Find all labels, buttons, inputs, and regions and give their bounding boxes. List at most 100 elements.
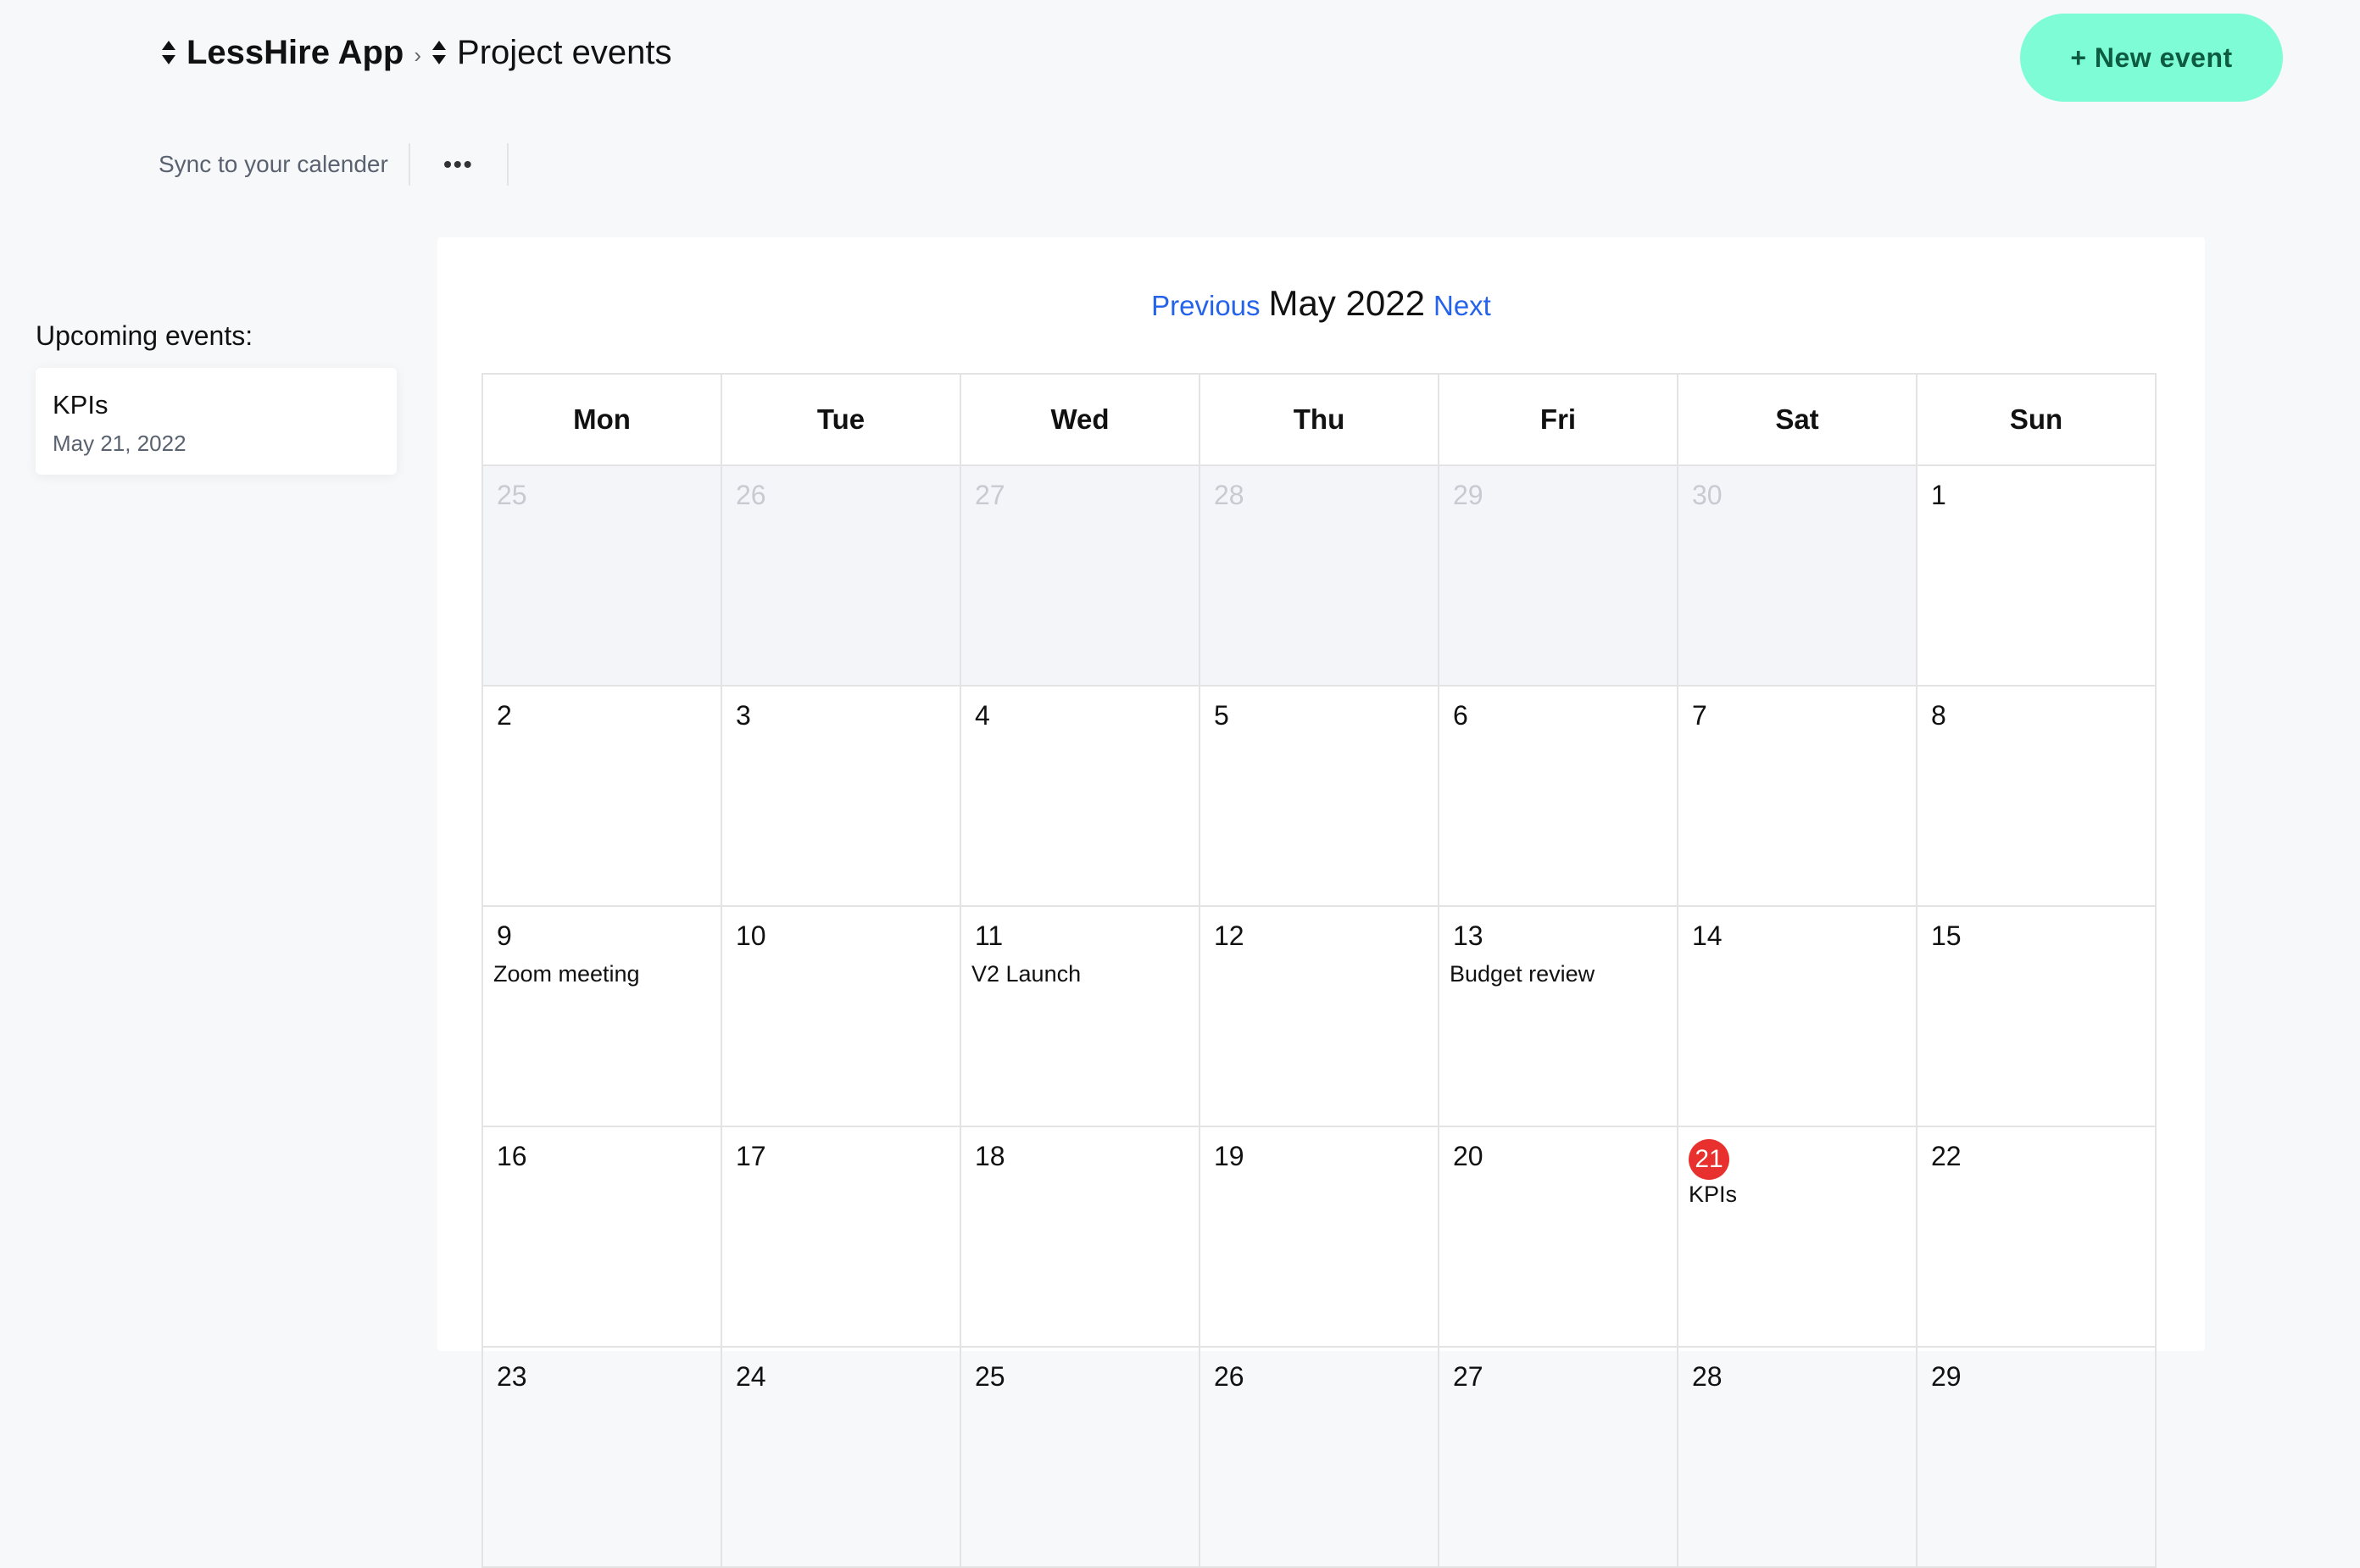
day-number: 7 (1692, 700, 1707, 731)
calendar-day-cell[interactable]: 3 (721, 685, 961, 907)
calendar-day-cell[interactable]: 28 (1199, 464, 1439, 687)
calendar-day-cell[interactable]: 12 (1199, 905, 1439, 1127)
weekday-header: Tue (721, 373, 961, 466)
calendar-day-cell[interactable]: 26 (1199, 1346, 1439, 1568)
calendar-event[interactable]: Zoom meeting (493, 961, 640, 987)
weekday-header: Wed (960, 373, 1200, 466)
calendar-day-cell[interactable]: 8 (1916, 685, 2157, 907)
calendar-day-cell[interactable]: 9 Zoom meeting (481, 905, 722, 1127)
day-number: 5 (1214, 700, 1229, 731)
day-number: 19 (1214, 1141, 1244, 1171)
day-number: 24 (736, 1361, 766, 1392)
new-event-button[interactable]: + New event (2020, 14, 2283, 102)
calendar-event[interactable]: KPIs (1689, 1182, 1737, 1208)
breadcrumb: LessHire App › Project events (161, 29, 672, 76)
calendar-day-cell[interactable]: 28 (1677, 1346, 1918, 1568)
weekday-header: Sat (1677, 373, 1918, 466)
day-number: 18 (975, 1141, 1005, 1171)
calendar-day-cell[interactable]: 25 (481, 464, 722, 687)
calendar-day-cell[interactable]: 27 (960, 464, 1200, 687)
calendar-week-row: 2 3 4 5 6 7 8 (481, 685, 2157, 907)
day-number: 26 (736, 480, 766, 510)
day-number: 11 (975, 920, 1004, 951)
app-switcher[interactable]: LessHire App (186, 34, 404, 72)
calendar-day-cell[interactable]: 11 V2 Launch (960, 905, 1200, 1127)
calendar-day-cell[interactable]: 24 (721, 1346, 961, 1568)
weekday-header: Fri (1438, 373, 1678, 466)
calendar-toolbar: Sync to your calender ••• (159, 141, 509, 188)
toolbar-divider (506, 143, 509, 186)
calendar-day-cell[interactable]: 14 (1677, 905, 1918, 1127)
sort-arrows-icon[interactable] (431, 39, 447, 66)
project-switcher[interactable]: Project events (457, 34, 671, 72)
calendar-grid: Mon Tue Wed Thu Fri Sat Sun 25 26 27 28 29 30 1 2 3 4 5 6… (481, 373, 2157, 1568)
day-number: 3 (736, 700, 751, 731)
calendar-day-cell[interactable]: 27 (1438, 1346, 1678, 1568)
upcoming-event-title: KPIs (53, 390, 109, 420)
day-number: 29 (1453, 480, 1483, 510)
calendar-event[interactable]: Budget review (1450, 961, 1595, 987)
more-options-button[interactable]: ••• (410, 143, 507, 186)
day-number: 30 (1692, 480, 1723, 510)
upcoming-events-title: Upcoming events: (36, 320, 253, 351)
calendar-event[interactable]: V2 Launch (971, 961, 1081, 987)
weekday-header-row: Mon Tue Wed Thu Fri Sat Sun (481, 373, 2157, 466)
day-number: 6 (1453, 700, 1468, 731)
calendar-day-cell[interactable]: 25 (960, 1346, 1200, 1568)
calendar-day-cell[interactable]: 26 (721, 464, 961, 687)
calendar-day-cell[interactable]: 22 (1916, 1126, 2157, 1348)
day-number: 13 (1453, 920, 1483, 951)
upcoming-event-card[interactable]: KPIs May 21, 2022 (36, 368, 397, 475)
day-number: 10 (736, 920, 766, 951)
more-dots-icon: ••• (443, 151, 474, 177)
calendar-day-cell[interactable]: 20 (1438, 1126, 1678, 1348)
calendar-day-cell[interactable]: 7 (1677, 685, 1918, 907)
upcoming-event-date: May 21, 2022 (53, 431, 186, 456)
day-number: 16 (497, 1141, 527, 1171)
sync-calendar-link[interactable]: Sync to your calender (159, 151, 409, 178)
day-number: 9 (497, 920, 512, 951)
day-number: 15 (1931, 920, 1962, 951)
calendar-day-cell[interactable]: 16 (481, 1126, 722, 1348)
calendar-day-cell[interactable]: 6 (1438, 685, 1678, 907)
day-number: 4 (975, 700, 990, 731)
next-month-link[interactable]: Next (1433, 290, 1491, 322)
day-number: 29 (1931, 1361, 1962, 1392)
weekday-header: Thu (1199, 373, 1439, 466)
day-number: 2 (497, 700, 512, 731)
day-number: 28 (1692, 1361, 1723, 1392)
calendar-day-cell[interactable]: 5 (1199, 685, 1439, 907)
calendar-day-cell[interactable]: 29 (1916, 1346, 2157, 1568)
breadcrumb-separator: › (414, 42, 422, 68)
calendar-day-cell[interactable]: 15 (1916, 905, 2157, 1127)
calendar-day-cell[interactable]: 17 (721, 1126, 961, 1348)
calendar-day-cell[interactable]: 19 (1199, 1126, 1439, 1348)
calendar-week-row: 23 24 25 26 27 28 29 (481, 1346, 2157, 1568)
calendar-day-cell[interactable]: 10 (721, 905, 961, 1127)
sort-arrows-icon[interactable] (161, 39, 176, 66)
day-number: 26 (1214, 1361, 1244, 1392)
day-number: 20 (1453, 1141, 1483, 1171)
calendar-day-cell[interactable]: 2 (481, 685, 722, 907)
previous-month-link[interactable]: Previous (1151, 290, 1260, 322)
calendar-day-cell[interactable]: 13 Budget review (1438, 905, 1678, 1127)
calendar-day-cell[interactable]: 21 KPIs (1677, 1126, 1918, 1348)
day-number: 23 (497, 1361, 527, 1392)
calendar-day-cell[interactable]: 29 (1438, 464, 1678, 687)
day-number: 8 (1931, 700, 1946, 731)
calendar-week-row: 9 Zoom meeting 10 11 V2 Launch 12 13 Budget rev… (481, 905, 2157, 1127)
day-number: 25 (497, 480, 527, 510)
calendar-day-cell[interactable]: 30 (1677, 464, 1918, 687)
day-number: 1 (1931, 480, 1946, 510)
month-title: May 2022 (1268, 283, 1425, 323)
day-number: 25 (975, 1361, 1005, 1392)
calendar-day-cell[interactable]: 23 (481, 1346, 722, 1568)
calendar-day-cell[interactable]: 1 (1916, 464, 2157, 687)
day-number: 27 (1453, 1361, 1483, 1392)
calendar-day-cell[interactable]: 4 (960, 685, 1200, 907)
today-day-number: 21 (1689, 1139, 1729, 1180)
day-number: 12 (1214, 920, 1244, 951)
calendar-day-cell[interactable]: 18 (960, 1126, 1200, 1348)
calendar-week-row: 16 17 18 19 20 21 KPIs 22 (481, 1126, 2157, 1348)
day-number: 27 (975, 480, 1005, 510)
